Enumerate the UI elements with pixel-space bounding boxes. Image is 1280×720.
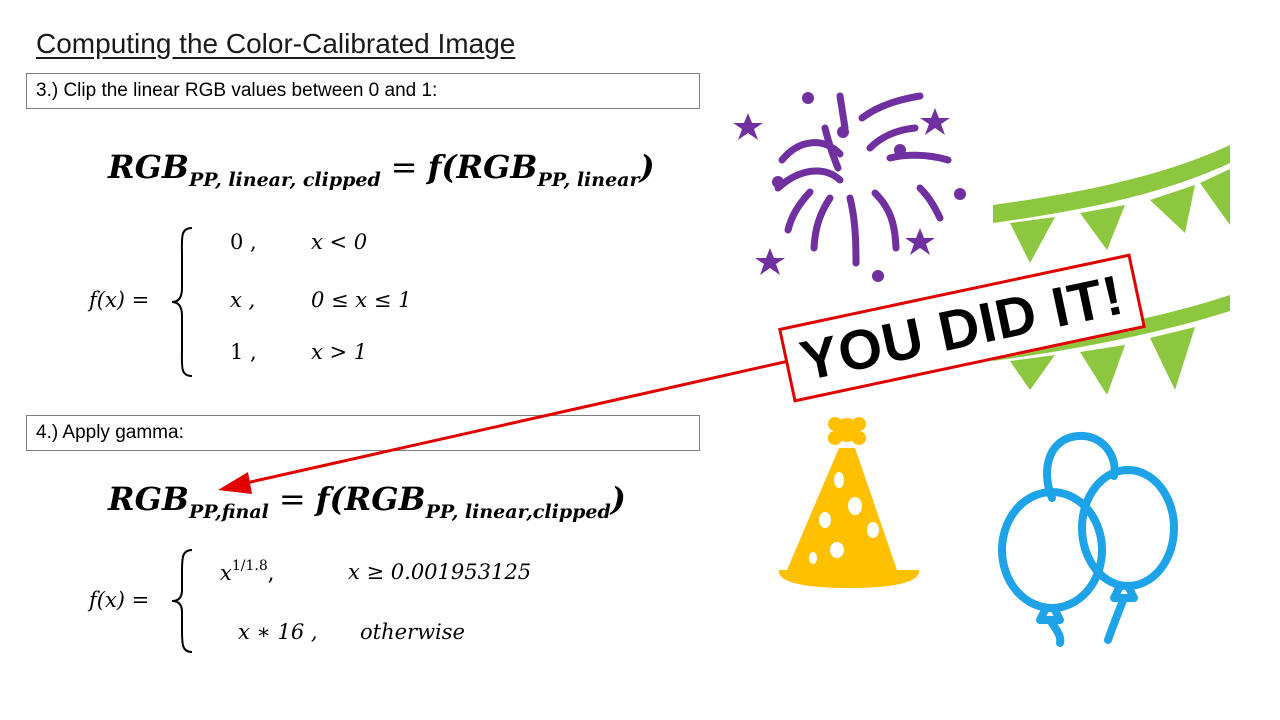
pointer-arrow	[218, 356, 803, 494]
